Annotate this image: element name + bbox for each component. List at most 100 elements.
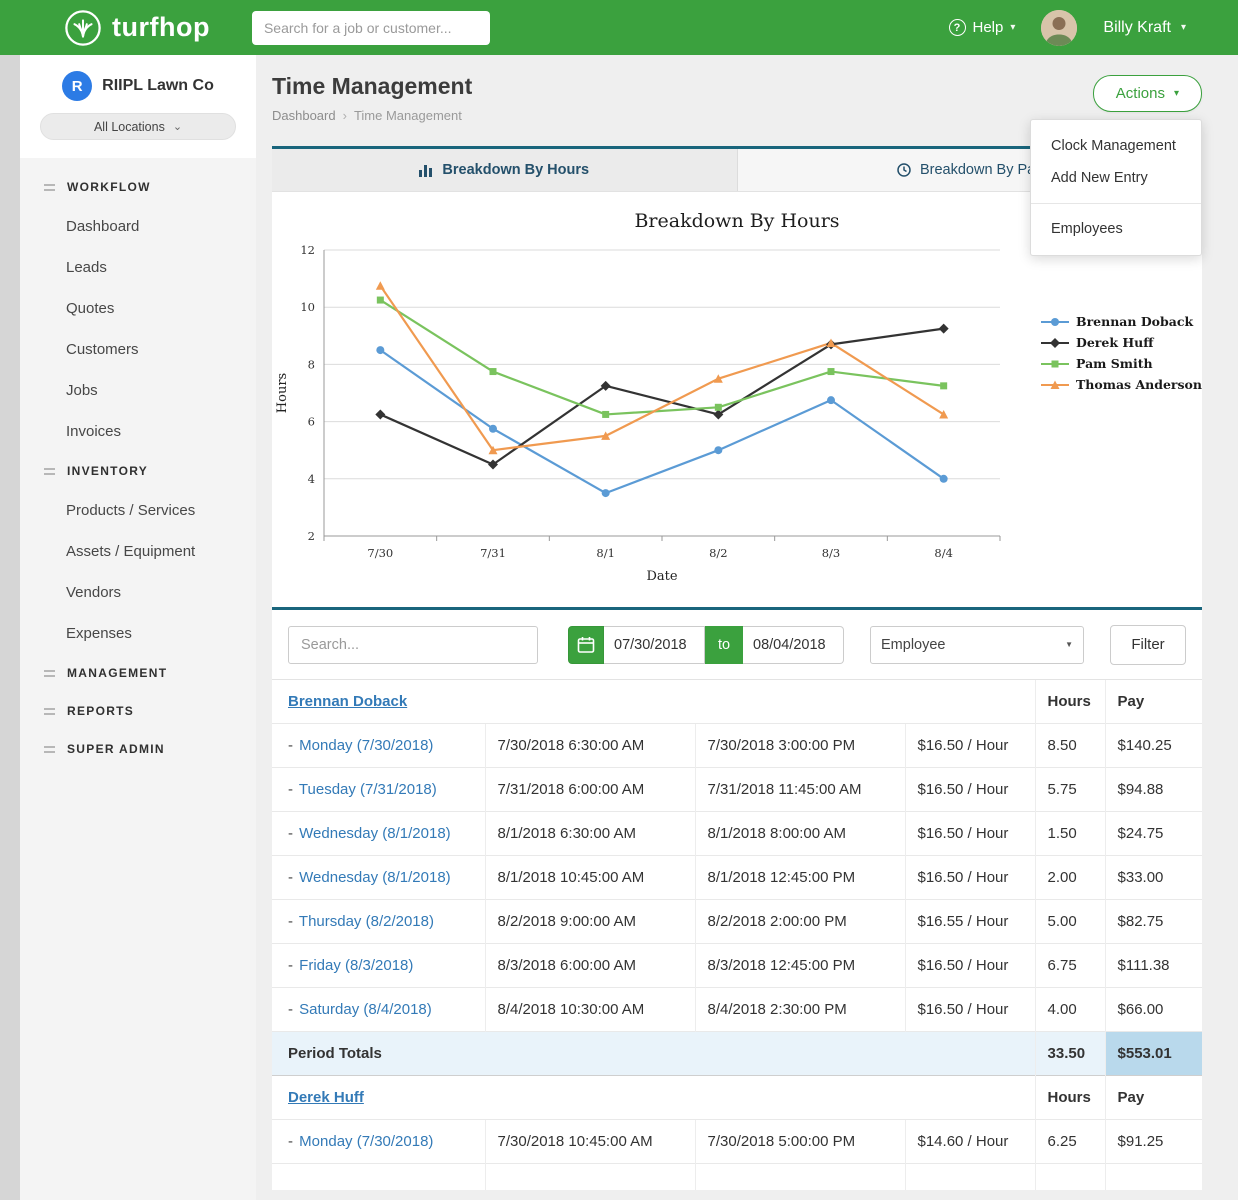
- time-entry-row: - Monday (7/30/2018) 7/30/2018 6:30:00 AM…: [272, 724, 1202, 768]
- day-link[interactable]: Wednesday (8/1/2018): [299, 825, 451, 842]
- filter-bar: to Employee ▼ Filter: [272, 610, 1202, 680]
- employee-link[interactable]: Brennan Doback: [288, 693, 407, 710]
- legend-marker-icon: [1040, 358, 1070, 370]
- date-from-input[interactable]: [604, 626, 705, 664]
- calendar-button[interactable]: [568, 626, 604, 664]
- sidebar-section-management[interactable]: MANAGEMENT: [20, 654, 256, 692]
- sidebar-item-quotes[interactable]: Quotes: [20, 288, 256, 329]
- date-to-input[interactable]: [743, 626, 844, 664]
- employee-link[interactable]: Derek Huff: [288, 1089, 364, 1106]
- legend-label: Thomas Anderson: [1076, 377, 1202, 392]
- svg-text:7/31: 7/31: [480, 546, 506, 560]
- sidebar-item-expenses[interactable]: Expenses: [20, 613, 256, 654]
- pay-rate: $16.50 / Hour: [905, 944, 1035, 988]
- svg-text:Hours: Hours: [275, 373, 290, 413]
- tab-label: Breakdown By Pay: [920, 162, 1043, 178]
- pay-value: $94.88: [1105, 768, 1202, 812]
- row-prefix: -: [288, 957, 293, 974]
- avatar[interactable]: [1041, 10, 1077, 46]
- day-link[interactable]: Monday (7/30/2018): [299, 737, 433, 754]
- topbar-right: ? Help ▾ Billy Kraft ▾: [949, 10, 1187, 46]
- global-search-input[interactable]: [252, 11, 490, 45]
- row-prefix: -: [288, 825, 293, 842]
- pay-column-header: Pay: [1105, 680, 1202, 724]
- pay-rate: $16.50 / Hour: [905, 988, 1035, 1032]
- company-logo: R: [62, 71, 92, 101]
- sidebar-item-vendors[interactable]: Vendors: [20, 572, 256, 613]
- company[interactable]: R RIIPL Lawn Co: [20, 71, 256, 101]
- menu-divider: [1031, 203, 1201, 204]
- sidebar-item-leads[interactable]: Leads: [20, 247, 256, 288]
- end-time: 8/4/2018 2:30:00 PM: [695, 988, 905, 1032]
- sidebar-nav: WORKFLOWDashboardLeadsQuotesCustomersJob…: [20, 158, 256, 768]
- hours-value: 8.50: [1035, 724, 1105, 768]
- day-link[interactable]: Monday (7/30/2018): [299, 1133, 433, 1150]
- sidebar-item-jobs[interactable]: Jobs: [20, 370, 256, 411]
- sidebar-item-assets-equipment[interactable]: Assets / Equipment: [20, 531, 256, 572]
- start-time: 8/1/2018 10:45:00 AM: [485, 856, 695, 900]
- avatar-photo: [1041, 10, 1077, 46]
- svg-text:2: 2: [308, 529, 315, 543]
- locations-label: All Locations: [94, 120, 165, 134]
- hours-chart: 246810127/307/318/18/28/38/4DateHours: [272, 238, 1014, 594]
- row-prefix: -: [288, 913, 293, 930]
- sidebar-section-workflow[interactable]: WORKFLOW: [20, 168, 256, 206]
- period-totals-row: Period Totals33.50$553.01: [272, 1032, 1202, 1076]
- hours-column-header: Hours: [1035, 680, 1105, 724]
- svg-text:4: 4: [308, 472, 315, 486]
- brand[interactable]: turfhop: [64, 9, 210, 47]
- help-menu[interactable]: ? Help ▾: [949, 19, 1016, 36]
- chevron-down-icon: ▾: [1181, 22, 1186, 33]
- time-entry-row: - Monday (7/30/2018) 7/30/2018 10:45:00 A…: [272, 1120, 1202, 1164]
- menu-item-add-new-entry[interactable]: Add New Entry: [1031, 162, 1201, 194]
- topbar: turfhop ? Help ▾ Billy Kraft ▾: [0, 0, 1238, 55]
- day-link[interactable]: Saturday (8/4/2018): [299, 1001, 432, 1018]
- time-entry-row: - Tuesday (7/31/2018)7/31/2018 6:00:00 A…: [272, 768, 1202, 812]
- filter-button[interactable]: Filter: [1110, 625, 1186, 665]
- page-title: Time Management: [272, 73, 1202, 100]
- menu-item-clock-management[interactable]: Clock Management: [1031, 130, 1201, 162]
- total-hours: 33.50: [1035, 1032, 1105, 1076]
- brand-name: turfhop: [112, 12, 210, 43]
- start-time: 7/30/2018 6:30:00 AM: [485, 724, 695, 768]
- pay-rate: $16.50 / Hour: [905, 856, 1035, 900]
- day-link[interactable]: Wednesday (8/1/2018): [299, 869, 451, 886]
- sidebar-section-super-admin[interactable]: SUPER ADMIN: [20, 730, 256, 768]
- sidebar-section-inventory[interactable]: INVENTORY: [20, 452, 256, 490]
- turfhop-logo-icon: [64, 9, 102, 47]
- legend-label: Derek Huff: [1076, 335, 1154, 350]
- user-menu[interactable]: Billy Kraft ▾: [1103, 19, 1186, 37]
- breadcrumb-current: Time Management: [354, 108, 462, 123]
- table-search-input[interactable]: [288, 626, 538, 664]
- employee-filter-select[interactable]: Employee ▼: [870, 626, 1084, 664]
- locations-dropdown[interactable]: All Locations ⌄: [40, 113, 236, 140]
- menu-item-employees[interactable]: Employees: [1031, 213, 1201, 245]
- sidebar-header: R RIIPL Lawn Co All Locations ⌄: [20, 55, 256, 158]
- row-prefix: -: [288, 1133, 293, 1150]
- caret-down-icon: ▾: [1174, 88, 1179, 99]
- svg-text:Date: Date: [646, 569, 677, 584]
- legend-marker-icon: [1040, 337, 1070, 349]
- end-time: 8/1/2018 8:00:00 AM: [695, 812, 905, 856]
- sidebar-item-customers[interactable]: Customers: [20, 329, 256, 370]
- day-link[interactable]: Friday (8/3/2018): [299, 957, 413, 974]
- breadcrumb-dashboard[interactable]: Dashboard: [272, 108, 336, 123]
- hours-value: 2.00: [1035, 856, 1105, 900]
- end-time: 8/3/2018 12:45:00 PM: [695, 944, 905, 988]
- sidebar-item-products-services[interactable]: Products / Services: [20, 490, 256, 531]
- row-prefix: -: [288, 737, 293, 754]
- day-link[interactable]: Tuesday (7/31/2018): [299, 781, 437, 798]
- end-time: 7/31/2018 11:45:00 AM: [695, 768, 905, 812]
- day-link[interactable]: Thursday (8/2/2018): [299, 913, 434, 930]
- sidebar-section-reports[interactable]: REPORTS: [20, 692, 256, 730]
- tab-breakdown-by-hours[interactable]: Breakdown By Hours: [272, 149, 737, 191]
- sidebar-item-dashboard[interactable]: Dashboard: [20, 206, 256, 247]
- actions-button[interactable]: Actions ▾: [1093, 75, 1202, 112]
- time-entry-row: - Friday (8/3/2018)8/3/2018 6:00:00 AM8/…: [272, 944, 1202, 988]
- legend-label: Brennan Doback: [1076, 314, 1193, 329]
- pay-value: $82.75: [1105, 900, 1202, 944]
- section-collapse-icon: [44, 184, 55, 191]
- legend-label: Pam Smith: [1076, 356, 1153, 371]
- sidebar-item-invoices[interactable]: Invoices: [20, 411, 256, 452]
- start-time: 7/30/2018 10:45:00 AM: [485, 1120, 695, 1164]
